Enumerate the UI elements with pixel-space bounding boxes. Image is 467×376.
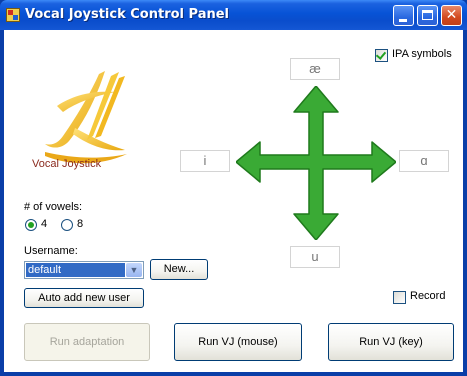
new-user-button[interactable]: New...: [150, 259, 208, 280]
vowel-left-box: i: [180, 150, 230, 172]
radio-selected-icon: [28, 222, 34, 228]
direction-arrows-icon: [236, 86, 396, 240]
ipa-symbols-label[interactable]: IPA symbols: [392, 48, 452, 60]
checkmark-icon: [375, 49, 387, 60]
username-dropdown[interactable]: default ▼: [24, 261, 144, 279]
maximize-button[interactable]: [417, 5, 438, 26]
maximize-icon: [422, 10, 433, 20]
username-label: Username:: [24, 245, 78, 257]
minimize-icon: [399, 19, 407, 22]
vowel-top-box: æ: [290, 58, 340, 80]
client-area: Vocal Joystick IPA symbols æ i ɑ u # of …: [4, 30, 463, 372]
record-checkbox[interactable]: [393, 291, 406, 304]
logo-caption: Vocal Joystick: [32, 158, 102, 170]
username-selected-value: default: [26, 263, 125, 277]
vowels-8-label[interactable]: 8: [77, 218, 83, 230]
run-adaptation-button[interactable]: Run adaptation: [24, 323, 150, 361]
vowels-4-radio[interactable]: [25, 219, 37, 231]
num-vowels-label: # of vowels:: [24, 201, 83, 213]
auto-add-user-button[interactable]: Auto add new user: [24, 288, 144, 308]
title-bar[interactable]: Vocal Joystick Control Panel ✕: [0, 0, 467, 30]
vowels-8-radio[interactable]: [61, 219, 73, 231]
run-vj-key-button[interactable]: Run VJ (key): [328, 323, 454, 361]
minimize-button[interactable]: [393, 5, 414, 26]
vocal-joystick-logo: [45, 71, 127, 164]
run-vj-mouse-button[interactable]: Run VJ (mouse): [174, 323, 302, 361]
app-icon: [6, 8, 20, 22]
window-title: Vocal Joystick Control Panel: [25, 7, 230, 22]
vowel-bottom-box: u: [290, 246, 340, 268]
vowel-right-box: ɑ: [399, 150, 449, 172]
record-label[interactable]: Record: [410, 290, 445, 302]
main-window: Vocal Joystick Control Panel ✕ Vocal Joy…: [0, 0, 467, 376]
close-icon: ✕: [445, 7, 458, 23]
vowels-4-label[interactable]: 4: [41, 218, 47, 230]
ipa-symbols-checkbox[interactable]: [375, 49, 388, 62]
chevron-down-icon[interactable]: ▼: [126, 263, 142, 277]
close-button[interactable]: ✕: [441, 5, 462, 26]
